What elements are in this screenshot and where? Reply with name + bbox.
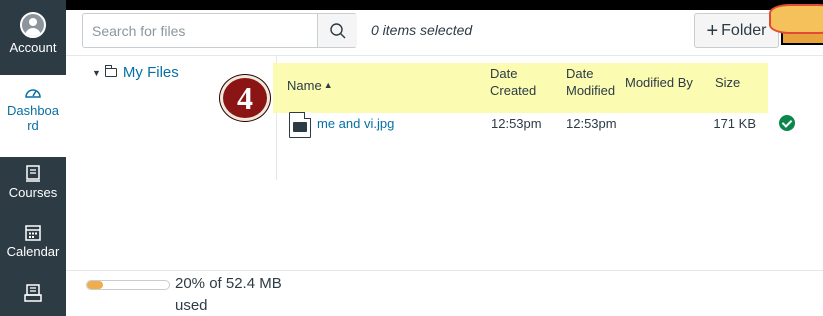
nav-courses-label: Courses — [8, 185, 58, 200]
column-header-date-modified[interactable]: Date Modified — [566, 65, 615, 99]
quota-text: 20% of 52.4 MB used — [175, 275, 282, 314]
footer-divider — [66, 270, 823, 271]
file-date-created: 12:53pm — [491, 116, 542, 131]
column-header-size[interactable]: Size — [715, 74, 740, 91]
file-size: 171 KB — [713, 116, 756, 131]
selected-count: 0 items selected — [371, 22, 473, 38]
upload-button[interactable] — [769, 4, 823, 45]
plus-icon: + — [706, 19, 719, 42]
global-nav: Account Dashboa rd Courses Calendar — [0, 0, 66, 316]
column-header-date-modified-line2: Modified — [566, 83, 616, 98]
step-number-badge: 4 — [220, 75, 270, 121]
nav-calendar[interactable]: Calendar — [0, 224, 66, 276]
column-header-date-created-line1: Date — [490, 66, 518, 81]
dashboard-icon — [25, 89, 41, 98]
calendar-icon — [25, 225, 41, 241]
search-button[interactable] — [317, 14, 357, 47]
column-header-name[interactable]: Name ▲ — [287, 77, 333, 94]
expand-caret-icon[interactable]: ▼ — [92, 68, 101, 78]
search-box — [82, 13, 357, 48]
courses-icon — [26, 165, 40, 182]
file-name-link[interactable]: me and vi.jpg — [317, 116, 394, 131]
nav-courses[interactable]: Courses — [0, 165, 66, 215]
nav-dashboard[interactable]: Dashboa rd — [0, 75, 66, 157]
image-file-icon — [289, 112, 311, 138]
column-header-modified-by[interactable]: Modified By — [625, 74, 693, 91]
file-date-modified: 12:53pm — [566, 116, 617, 131]
column-header-date-created-line2: Created — [490, 83, 537, 98]
search-input[interactable] — [83, 14, 317, 47]
search-icon — [329, 22, 345, 38]
inbox-icon — [24, 284, 42, 302]
column-header-date-modified-line1: Date — [566, 66, 594, 81]
table-row[interactable]: me and vi.jpg 12:53pm 12:53pm 171 KB — [277, 106, 823, 140]
published-check-icon[interactable] — [779, 115, 795, 131]
avatar-icon — [20, 12, 46, 38]
quota-progress-bar — [86, 280, 170, 290]
toolbar-divider — [66, 55, 823, 56]
sort-ascending-icon: ▲ — [323, 80, 333, 90]
folder-tree-root[interactable]: ▼ My Files — [92, 64, 179, 81]
screen-frame — [0, 0, 823, 10]
folder-tree-label[interactable]: My Files — [123, 64, 179, 81]
quota-progress-fill — [87, 281, 104, 289]
highlight-callout — [769, 4, 823, 34]
add-folder-button[interactable]: + Folder — [694, 13, 779, 48]
nav-inbox[interactable] — [0, 284, 66, 316]
nav-calendar-label: Calendar — [6, 244, 60, 259]
nav-account-label: Account — [9, 40, 57, 55]
nav-dashboard-label-2: rd — [27, 118, 39, 133]
nav-account[interactable]: Account — [0, 10, 66, 72]
folder-icon — [104, 65, 117, 77]
nav-dashboard-label-1: Dashboa — [6, 103, 60, 118]
column-header-date-created[interactable]: Date Created — [490, 65, 536, 99]
column-header-name-label: Name — [287, 78, 322, 93]
add-folder-label: Folder — [721, 21, 767, 39]
